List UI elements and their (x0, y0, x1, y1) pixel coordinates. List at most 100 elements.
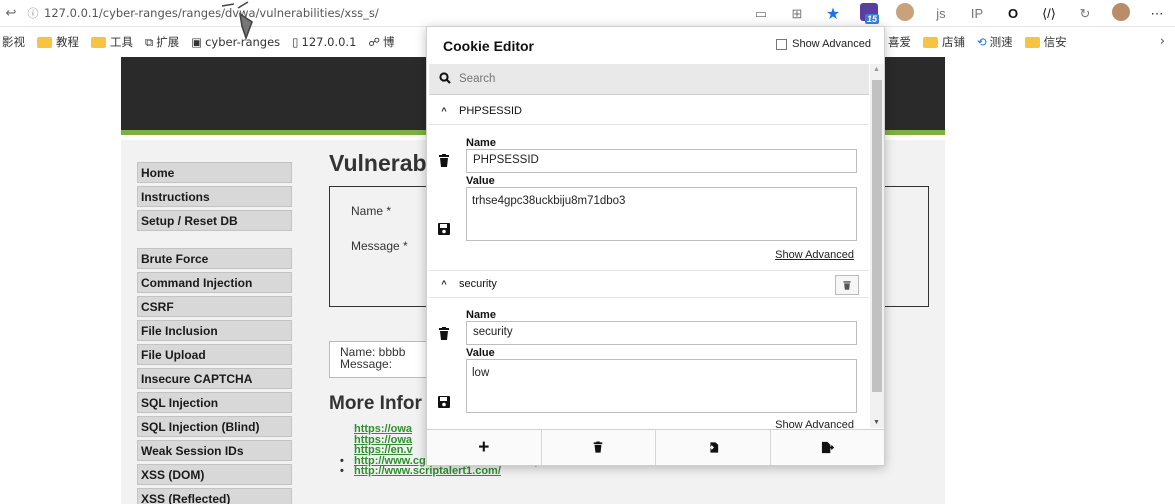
name-field-label: Name (466, 309, 496, 321)
value-field-label: Value (466, 347, 495, 359)
show-advanced-checkbox[interactable] (776, 38, 788, 50)
more-info-heading: More Infor (329, 393, 422, 414)
folder-icon (923, 36, 938, 48)
drawing-overlay-icon (221, 1, 253, 40)
menu-item-setup[interactable]: Setup / Reset DB (137, 210, 292, 231)
trash-icon[interactable] (437, 154, 451, 168)
bookmark-folder[interactable]: 店铺 (923, 34, 965, 50)
reference-link[interactable]: https://owa (354, 424, 426, 435)
menu-item-xss-dom[interactable]: XSS (DOM) (137, 464, 292, 485)
cookie-value-input[interactable]: trhse4gpc38uckbiju8m71dbo3 (466, 187, 857, 241)
scroll-thumb[interactable] (872, 80, 882, 392)
page-title: Vulnerab (329, 150, 427, 176)
reference-link[interactable]: http://www.scriptalert1.com/ (354, 466, 564, 477)
name-label: Name * (351, 204, 392, 218)
import-icon (707, 442, 718, 453)
cookie-name-label: security (459, 278, 497, 290)
js-extension-icon[interactable]: js (923, 6, 959, 21)
menu-item-brute-force[interactable]: Brute Force (137, 248, 292, 269)
reference-link[interactable]: https://owa (354, 435, 426, 446)
bookmark-folder[interactable]: 信安 (1024, 34, 1067, 50)
bookmark-item[interactable]: ⧉ 扩展 (145, 34, 179, 50)
extension-badge-icon[interactable]: 15 (851, 3, 887, 24)
menu-item-xss-reflected[interactable]: XSS (Reflected) (137, 488, 292, 504)
speed-icon: ⟲ (977, 35, 987, 49)
delete-cookie-button[interactable] (835, 275, 859, 295)
bookmark-folder[interactable]: 工具 (91, 34, 133, 50)
cookie-name-input[interactable]: security (466, 321, 857, 345)
bookmark-item[interactable]: ⟲ 测速 (977, 34, 1013, 50)
profile-avatar[interactable] (1103, 3, 1139, 24)
save-icon[interactable] (437, 222, 451, 236)
show-advanced-toggle[interactable]: Show Advanced (776, 38, 871, 50)
menu-item-weak-session-ids[interactable]: Weak Session IDs (137, 440, 292, 461)
ip-extension-icon[interactable]: IP (959, 6, 995, 21)
export-icon (821, 441, 834, 454)
bookmark-item[interactable]: 喜爱 (888, 34, 911, 50)
delete-all-button[interactable] (542, 430, 656, 465)
menu-item-file-inclusion[interactable]: File Inclusion (137, 320, 292, 341)
popup-title: Cookie Editor (443, 38, 535, 54)
cookie-extension-icon[interactable] (887, 3, 923, 24)
site-info-icon[interactable]: ⓘ (22, 5, 44, 21)
menu-item-csrf[interactable]: CSRF (137, 296, 292, 317)
bookmark-item[interactable]: 影视 (2, 34, 25, 50)
browser-url-bar: ↩ ⓘ 127.0.0.1/cyber-ranges/ranges/dvwa/v… (0, 0, 1175, 27)
code-extension-icon[interactable]: ⟨/⟩ (1031, 6, 1067, 22)
bookmark-item[interactable]: ☍ 博 (368, 34, 394, 50)
cookie-editor-popup: Cookie Editor Show Advanced ▲ ▼ ^ PHPSES… (426, 26, 885, 466)
export-button[interactable] (771, 430, 885, 465)
bookmarks-right-group: 喜爱 店铺 ⟲ 测速 信安 (888, 27, 1079, 57)
page-icon: ▯ (292, 35, 299, 49)
popup-scrollbar[interactable]: ▲ ▼ (870, 64, 884, 428)
trash-icon[interactable] (437, 327, 451, 341)
popup-header: Cookie Editor Show Advanced (427, 27, 884, 63)
menu-item-insecure-captcha[interactable]: Insecure CAPTCHA (137, 368, 292, 389)
add-cookie-button[interactable]: + (427, 430, 542, 465)
sync-icon[interactable]: ↻ (1067, 6, 1103, 22)
back-icon[interactable]: ↩ (0, 5, 22, 21)
puzzle-icon: ⧉ (145, 34, 154, 49)
cookie-details-security: Name security Value low Show Advanced (429, 299, 869, 431)
save-icon[interactable] (437, 395, 451, 409)
bookmark-item[interactable]: ▯ 127.0.0.1 (292, 35, 356, 49)
bookmarks-overflow-icon[interactable]: › (1160, 34, 1165, 49)
scroll-up-icon[interactable]: ▲ (873, 66, 880, 73)
circle-extension-icon[interactable]: O (995, 6, 1031, 21)
popup-toolbar: + (427, 429, 884, 465)
cookie-header-security[interactable]: ^ security (429, 270, 869, 298)
folder-icon (37, 36, 52, 48)
bookmark-folder[interactable]: 教程 (37, 34, 79, 50)
scroll-down-icon[interactable]: ▼ (873, 419, 880, 426)
more-menu-icon[interactable]: ⋯ (1139, 6, 1175, 22)
trash-icon (843, 280, 851, 290)
show-advanced-link[interactable]: Show Advanced (775, 249, 854, 261)
menu-spacer (137, 234, 292, 248)
address-field[interactable]: 127.0.0.1/cyber-ranges/ranges/dvwa/vulne… (44, 6, 379, 20)
cookie-name-input[interactable]: PHPSESSID (466, 149, 857, 173)
cookie-header-phpsessid[interactable]: ^ PHPSESSID (429, 97, 869, 125)
chevron-up-icon[interactable]: ^ (429, 106, 459, 116)
search-input[interactable] (459, 73, 849, 85)
translate-icon[interactable]: ⊞ (779, 6, 815, 22)
menu-item-instructions[interactable]: Instructions (137, 186, 292, 207)
menu-item-command-injection[interactable]: Command Injection (137, 272, 292, 293)
extension-icons: ▭ ⊞ ★ 15 js IP O ⟨/⟩ ↻ ⋯ (743, 0, 1175, 27)
show-advanced-label: Show Advanced (792, 38, 871, 50)
import-button[interactable] (656, 430, 771, 465)
cookie-details-phpsessid: Name PHPSESSID Value trhse4gpc38uckbiju8… (429, 126, 869, 268)
menu-item-file-upload[interactable]: File Upload (137, 344, 292, 365)
menu-item-home[interactable]: Home (137, 162, 292, 183)
dvwa-menu: Home Instructions Setup / Reset DB Brute… (137, 162, 292, 504)
cookie-value-input[interactable]: low (466, 359, 857, 413)
reading-mode-icon[interactable]: ▭ (743, 6, 779, 22)
folder-icon (1024, 36, 1040, 48)
cookie-name-label: PHPSESSID (459, 104, 522, 117)
bookmark-star-icon[interactable]: ★ (815, 4, 851, 24)
reference-link[interactable]: https://en.v (354, 445, 426, 456)
chevron-up-icon[interactable]: ^ (429, 279, 459, 289)
menu-item-sql-injection-blind[interactable]: SQL Injection (Blind) (137, 416, 292, 437)
menu-item-sql-injection[interactable]: SQL Injection (137, 392, 292, 413)
search-icon (431, 71, 459, 87)
delete-all-icon (593, 441, 603, 453)
